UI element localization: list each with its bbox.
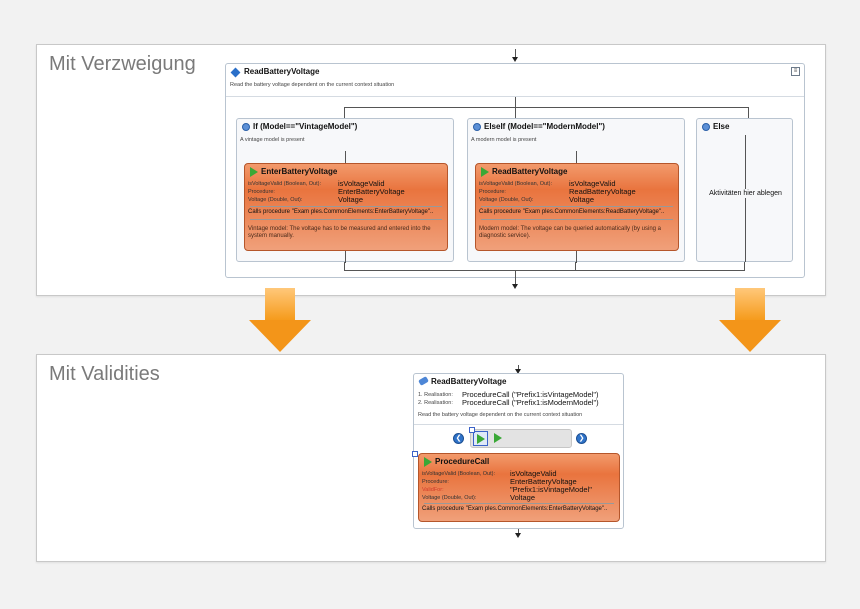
valid-for-label: ValidFor:: [422, 487, 444, 493]
activity-read-battery-voltage[interactable]: ReadBatteryVoltage isVoltageValid (Boole…: [475, 163, 679, 251]
chevron-right-icon[interactable]: ❯: [576, 433, 587, 444]
param-value: Voltage: [569, 195, 595, 204]
branch-join-line: [344, 270, 745, 271]
param-label: Voltage (Double, Out):: [422, 495, 477, 501]
realisation-label: 1. Realisation:: [418, 392, 453, 398]
gear-icon: [702, 123, 710, 131]
activity-calls: Calls procedure "Exam ples.CommonElement…: [479, 209, 665, 215]
param-label: Procedure:: [248, 189, 275, 195]
param-label: Procedure:: [422, 479, 449, 485]
panel-mit-validities: Mit Validities ReadBatteryVoltage 1. Rea…: [36, 354, 826, 562]
box-description: Read the battery voltage dependent on th…: [230, 82, 395, 88]
branch-note: A vintage model is present: [240, 137, 305, 143]
branch-title: ElseIf (Model=="ModernModel"): [484, 122, 605, 131]
realisation-strip[interactable]: [470, 429, 572, 448]
divider: [250, 219, 442, 220]
branch-split-line: [344, 107, 748, 108]
gear-icon: [473, 123, 481, 131]
realisation-2[interactable]: [491, 431, 506, 446]
activity-enter-battery-voltage[interactable]: EnterBatteryVoltage isVoltageValid (Bool…: [244, 163, 448, 251]
green-play-icon: [424, 457, 432, 467]
activity-comment: Modern model: The voltage can be queried…: [479, 226, 661, 239]
collapse-icon[interactable]: ≡: [791, 67, 800, 76]
param-label: isVoltageValid (Boolean, Out):: [248, 181, 321, 187]
selection-handle[interactable]: [469, 427, 475, 433]
read-battery-voltage-validity-box[interactable]: ReadBatteryVoltage 1. Realisation: Proce…: [412, 373, 624, 529]
selection-handle[interactable]: [412, 451, 418, 457]
activity-title: ProcedureCall: [435, 457, 490, 466]
branch-if-vintage[interactable]: If (Model=="VintageModel") A vintage mod…: [236, 118, 454, 263]
param-label: Voltage (Double, Out):: [479, 197, 534, 203]
divider: [414, 424, 623, 425]
flow-line: [515, 107, 516, 118]
flow-line: [345, 251, 346, 263]
divider: [424, 503, 614, 504]
flow-line: [344, 107, 345, 118]
param-value: Voltage: [338, 195, 364, 204]
param-label: isVoltageValid (Boolean, Out):: [479, 181, 552, 187]
divider: [481, 219, 673, 220]
param-label: Procedure:: [479, 189, 506, 195]
panel-title: Mit Verzweigung: [49, 53, 196, 75]
green-play-icon: [481, 167, 489, 177]
divider: [481, 206, 673, 207]
activity-calls: Calls procedure "Exam ples.CommonElement…: [422, 506, 608, 512]
branch-title: If (Model=="VintageModel"): [253, 122, 358, 131]
box-title: ReadBatteryVoltage: [431, 377, 507, 386]
param-label: isVoltageValid (Boolean, Out):: [422, 471, 495, 477]
branch-elseif-modern[interactable]: ElseIf (Model=="ModernModel") A modern m…: [467, 118, 685, 263]
panel-mit-verzweigung: Mit Verzweigung ReadBatteryVoltage ≡ Rea…: [36, 44, 826, 296]
flow-line: [748, 107, 749, 118]
green-play-icon: [250, 167, 258, 177]
drop-activities-placeholder[interactable]: Aktivitäten hier ablegen: [701, 189, 790, 198]
green-play-icon: [477, 434, 485, 444]
param-value: Voltage: [510, 493, 536, 502]
flow-line: [745, 135, 746, 262]
box-description: Read the battery voltage dependent on th…: [418, 412, 583, 418]
flow-arrow: [512, 284, 518, 289]
flow-line: [575, 262, 576, 270]
branch-title: Else: [713, 122, 730, 131]
realisation-value: ProcedureCall ("Prefix1:isModernModel"): [462, 398, 599, 407]
activity-calls: Calls procedure "Exam ples.CommonElement…: [248, 209, 434, 215]
divider: [250, 206, 442, 207]
flow-line: [576, 151, 577, 163]
activity-title: ReadBatteryVoltage: [492, 167, 568, 176]
green-play-icon: [494, 433, 502, 443]
procedure-link-icon: [418, 376, 429, 386]
activity-title: EnterBatteryVoltage: [261, 167, 338, 176]
flow-line: [344, 262, 345, 270]
blue-diamond-icon: [230, 67, 241, 78]
flow-arrow: [515, 533, 521, 538]
activity-comment: Vintage model: The voltage has to be mea…: [248, 226, 431, 239]
flow-line: [576, 251, 577, 263]
chevron-left-icon[interactable]: ❮: [453, 433, 464, 444]
box-title: ReadBatteryVoltage: [244, 67, 320, 76]
gear-icon: [242, 123, 250, 131]
flow-line: [345, 151, 346, 163]
branch-else[interactable]: Else Aktivitäten hier ablegen: [696, 118, 793, 262]
flow-line: [744, 262, 745, 270]
flow-arrow: [512, 57, 518, 62]
branch-note: A modern model is present: [471, 137, 537, 143]
realisation-label: 2. Realisation:: [418, 400, 453, 406]
realisation-1-selected[interactable]: [473, 431, 488, 446]
read-battery-voltage-box[interactable]: ReadBatteryVoltage ≡ Read the battery vo…: [225, 63, 805, 279]
flow-line: [515, 97, 516, 107]
activity-procedure-call[interactable]: ProcedureCall isVoltageValid (Boolean, O…: [418, 453, 620, 522]
param-label: Voltage (Double, Out):: [248, 197, 303, 203]
panel-title: Mit Validities: [49, 363, 160, 385]
